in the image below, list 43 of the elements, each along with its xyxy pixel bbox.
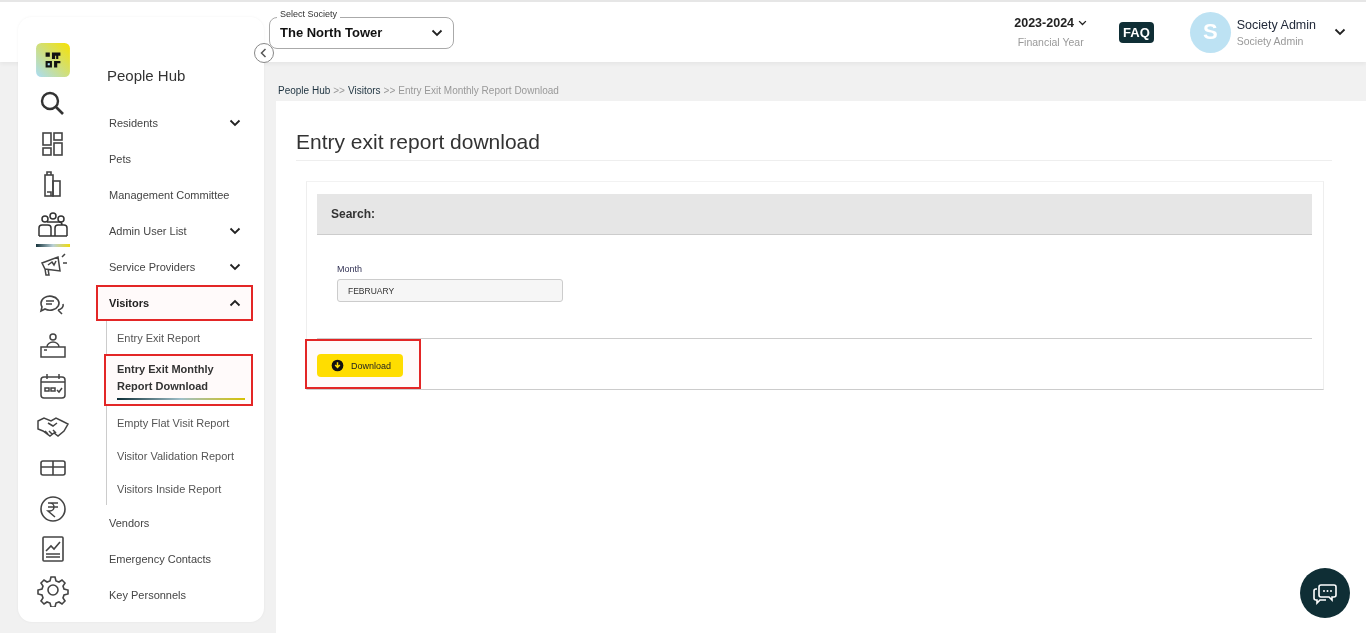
user-role: Society Admin	[1236, 34, 1305, 47]
year-dropdown[interactable]: 2023-2024	[1014, 16, 1088, 30]
menu-item[interactable]: Vendors	[96, 505, 253, 541]
breadcrumb-separator: >>	[383, 84, 396, 96]
submenu-item[interactable]: Visitor Validation Report	[104, 439, 253, 472]
dropdown-icon	[431, 28, 443, 37]
field-label: Month	[337, 264, 363, 274]
chevron-icon	[229, 227, 241, 235]
menu-item[interactable]: Residents	[96, 105, 253, 141]
submenu-item[interactable]: Empty Flat Visit Report	[104, 406, 253, 439]
faq-button[interactable]: FAQ	[1119, 21, 1154, 43]
menu-item[interactable]: Pets	[96, 141, 253, 177]
submenu-item[interactable]: Entry Exit Monthly Report Download	[104, 354, 253, 406]
menu-item[interactable]: Emergency Contacts	[96, 541, 253, 577]
submenu-item[interactable]: Visitors Inside Report	[104, 472, 253, 505]
section-title: People Hub	[107, 67, 187, 84]
breadcrumb-link[interactable]: Visitors	[347, 84, 381, 96]
download-icon	[331, 359, 344, 372]
menu-item[interactable]: Service Providers	[96, 249, 253, 285]
submenu-item[interactable]: Entry Exit Report	[104, 321, 253, 354]
caret-icon	[1334, 28, 1346, 36]
breadcrumb-current: Entry Exit Monthly Report Download	[398, 84, 559, 96]
download-button[interactable]: Download	[317, 354, 404, 377]
menu-item[interactable]: Admin User List	[96, 213, 253, 249]
field-label: Select Society	[277, 8, 341, 19]
chevron-icon	[229, 119, 241, 127]
avatar: S	[1189, 11, 1231, 53]
menu-item[interactable]: Management Committee	[96, 177, 253, 213]
breadcrumb-link[interactable]: People Hub	[278, 84, 331, 96]
search-header: Search:	[317, 194, 1312, 235]
menu-item[interactable]: Visitors	[96, 285, 253, 321]
breadcrumb-separator: >>	[333, 84, 345, 96]
menu-item[interactable]: Key Personnels	[96, 577, 253, 613]
month-field[interactable]: FEBRUARY	[337, 279, 563, 302]
chat-icon	[1312, 581, 1338, 605]
chevron-icon	[229, 263, 241, 271]
page-title: Entry exit report download	[296, 130, 1332, 161]
year-caption: Financial Year	[1017, 36, 1084, 48]
caret-icon	[1078, 19, 1088, 27]
user-menu-button[interactable]	[1334, 28, 1346, 36]
logo-icon[interactable]	[35, 41, 71, 78]
user-name: Society Admin	[1236, 17, 1316, 32]
chevron-icon	[229, 299, 241, 307]
